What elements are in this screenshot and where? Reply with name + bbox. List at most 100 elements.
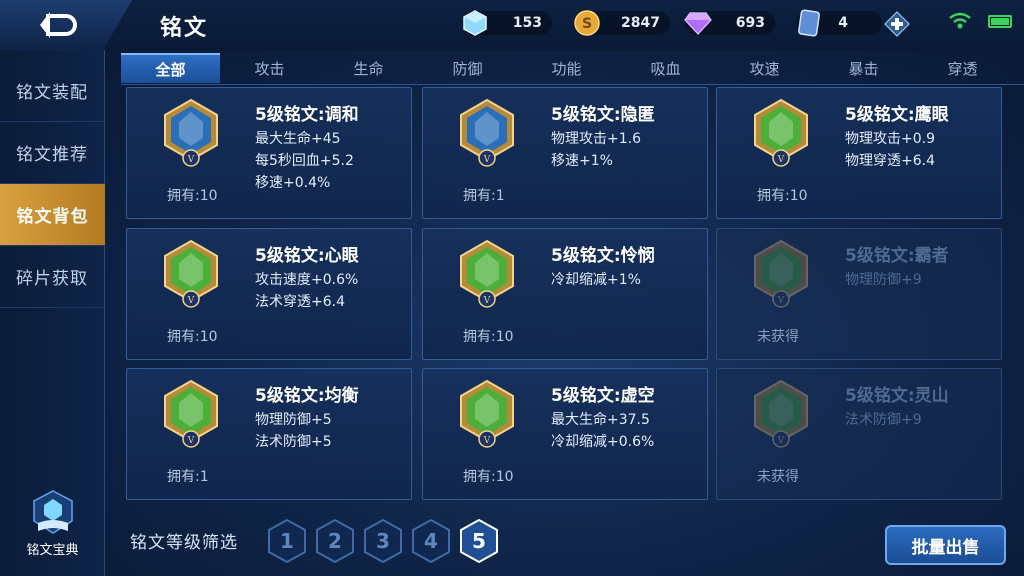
svg-text:V: V: [483, 296, 491, 306]
resource-crystal: 693: [683, 9, 775, 37]
attribute-line: 最大生命+45: [255, 131, 341, 147]
svg-text:V: V: [187, 436, 195, 446]
attribute-line: 移速+1%: [551, 153, 613, 169]
resource-diamond: 153: [460, 9, 552, 37]
inscription-attributes: 物理防御+5 法术防御+5: [255, 409, 332, 453]
resource-gold: S 2847: [572, 9, 670, 37]
attribute-line: 移速+0.4%: [255, 175, 331, 191]
tab-utility[interactable]: 功能: [517, 53, 616, 83]
inscription-card[interactable]: V 5级铭文:灵山法术防御+9 未获得: [716, 368, 1002, 500]
purple-crystal-icon: [683, 8, 713, 38]
inscription-name: 5级铭文:隐匿: [551, 105, 655, 125]
tab-health[interactable]: 生命: [319, 53, 418, 83]
owned-count: 拥有:10: [463, 329, 514, 345]
inscription-card[interactable]: V 5级铭文:隐匿物理攻击+1.6 移速+1% 拥有:1: [422, 87, 708, 219]
tab-penetration[interactable]: 穿透: [913, 53, 1012, 83]
attribute-line: 每5秒回血+5.2: [255, 153, 354, 169]
svg-text:V: V: [483, 155, 491, 165]
owned-count: 未获得: [757, 469, 799, 485]
level-filter-5[interactable]: 5: [458, 518, 500, 564]
owned-count: 拥有:10: [167, 188, 218, 204]
attribute-line: 物理攻击+1.6: [551, 131, 641, 147]
inscription-card[interactable]: V 5级铭文:怜悯冷却缩减+1% 拥有:10: [422, 228, 708, 360]
attribute-line: 法术穿透+6.4: [255, 294, 345, 310]
inscription-attributes: 攻击速度+0.6% 法术穿透+6.4: [255, 269, 358, 313]
sidebar: 铭文装配 铭文推荐 铭文背包 碎片获取 铭文宝典: [0, 50, 105, 576]
level-filter-2[interactable]: 2: [314, 518, 356, 564]
sidebar-item-recommend[interactable]: 铭文推荐: [0, 122, 104, 184]
codex-label: 铭文宝典: [26, 543, 79, 558]
inscription-name: 5级铭文:怜悯: [551, 246, 655, 266]
tab-defense[interactable]: 防御: [418, 53, 517, 83]
inscription-name: 5级铭文:均衡: [255, 386, 359, 406]
inscription-emblem-icon: V: [460, 379, 514, 448]
svg-text:V: V: [777, 436, 785, 446]
inscription-card[interactable]: V 5级铭文:心眼攻击速度+0.6% 法术穿透+6.4 拥有:10: [126, 228, 412, 360]
bulk-sell-button[interactable]: 批量出售: [885, 525, 1006, 565]
level-filter-3[interactable]: 3: [362, 518, 404, 564]
card-ticket-icon: [794, 8, 824, 38]
owned-count: 拥有:10: [757, 188, 808, 204]
attribute-line: 物理穿透+6.4: [845, 153, 935, 169]
tab-lifesteal[interactable]: 吸血: [616, 53, 715, 83]
inscription-emblem-icon: V: [754, 98, 808, 167]
inscription-name: 5级铭文:虚空: [551, 386, 655, 406]
attribute-line: 物理防御+9: [845, 272, 922, 288]
inscription-attributes: 法术防御+9: [845, 409, 922, 431]
gold-coin-icon: S: [572, 8, 602, 38]
category-tabs: 全部 攻击 生命 防御 功能 吸血 攻速 暴击 穿透: [121, 53, 1024, 85]
inscription-name: 5级铭文:灵山: [845, 386, 949, 406]
resource-ticket: 4: [794, 9, 882, 37]
inscription-card[interactable]: V 5级铭文:调和最大生命+45 每5秒回血+5.2 移速+0.4% 拥有:10: [126, 87, 412, 219]
add-ticket-button[interactable]: [884, 11, 910, 37]
owned-count: 拥有:1: [463, 188, 505, 204]
attribute-line: 冷却缩减+0.6%: [551, 434, 655, 450]
level-filter-4[interactable]: 4: [410, 518, 452, 564]
inscription-card[interactable]: V 5级铭文:虚空最大生命+37.5 冷却缩减+0.6% 拥有:10: [422, 368, 708, 500]
diamond-cube-icon: [460, 8, 490, 38]
inscription-emblem-icon: V: [754, 239, 808, 308]
owned-count: 拥有:10: [463, 469, 514, 485]
attribute-line: 攻击速度+0.6%: [255, 272, 359, 288]
svg-text:V: V: [777, 296, 785, 306]
plus-icon: [884, 11, 910, 37]
tab-attack[interactable]: 攻击: [220, 53, 319, 83]
inscription-card[interactable]: V 5级铭文:均衡物理防御+5 法术防御+5 拥有:1: [126, 368, 412, 500]
svg-text:V: V: [187, 296, 195, 306]
inscription-emblem-icon: V: [164, 98, 218, 167]
attribute-line: 法术防御+5: [255, 434, 332, 450]
inscription-attributes: 最大生命+37.5 冷却缩减+0.6%: [551, 409, 654, 453]
tab-attack-speed[interactable]: 攻速: [715, 53, 814, 83]
inscription-emblem-icon: V: [164, 379, 218, 448]
inscription-emblem-icon: V: [754, 379, 808, 448]
inscription-card[interactable]: V 5级铭文:鹰眼 物理攻击+0.9 物理穿透+6.4 拥有:10: [716, 87, 1002, 219]
inscription-attributes: 物理攻击+1.6 移速+1%: [551, 128, 641, 172]
attribute-line: 物理攻击+0.9: [845, 131, 935, 147]
inscription-name: 5级铭文:心眼: [255, 246, 359, 266]
attribute-line: 冷却缩减+1%: [551, 272, 641, 288]
inscription-attributes: 物理攻击+0.9 物理穿透+6.4: [845, 128, 935, 172]
svg-text:V: V: [777, 155, 785, 165]
sidebar-item-assemble[interactable]: 铭文装配: [0, 60, 104, 122]
inscription-attributes: 物理防御+9: [845, 269, 922, 291]
attribute-line: 物理防御+5: [255, 412, 332, 428]
back-button[interactable]: [0, 0, 132, 50]
level-filter-1[interactable]: 1: [266, 518, 308, 564]
inscription-codex-button[interactable]: 铭文宝典: [0, 489, 105, 558]
inscription-emblem-icon: V: [460, 239, 514, 308]
tab-critical[interactable]: 暴击: [814, 53, 913, 83]
inscription-attributes: 冷却缩减+1%: [551, 269, 641, 291]
inscription-emblem-icon: V: [460, 98, 514, 167]
inscription-card[interactable]: V 5级铭文:霸者 物理防御+9 未获得: [716, 228, 1002, 360]
level-filter: 12345: [266, 518, 500, 564]
attribute-line: 法术防御+9: [845, 412, 922, 428]
battery-icon: [988, 14, 1012, 28]
tab-all[interactable]: 全部: [121, 53, 220, 83]
sidebar-item-fragments[interactable]: 碎片获取: [0, 246, 104, 308]
owned-count: 拥有:10: [167, 329, 218, 345]
owned-count: 未获得: [757, 329, 799, 345]
sidebar-item-backpack[interactable]: 铭文背包: [0, 184, 105, 246]
owned-count: 拥有:1: [167, 469, 209, 485]
attribute-line: 最大生命+37.5: [551, 412, 650, 428]
inscription-name: 5级铭文:调和: [255, 105, 359, 125]
